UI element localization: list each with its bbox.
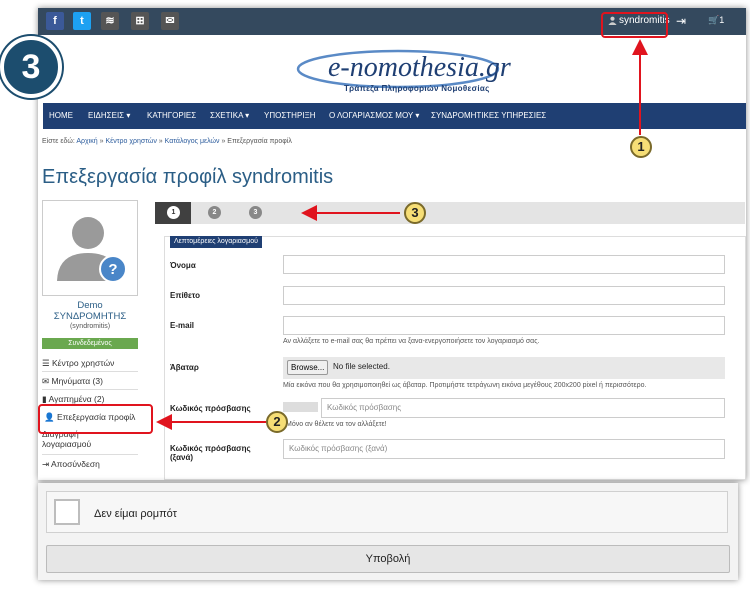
callout-2: 2 — [266, 411, 288, 433]
callout-3: 3 — [404, 202, 426, 224]
annotation-arrows — [156, 39, 648, 430]
callout-1: 1 — [630, 136, 652, 158]
